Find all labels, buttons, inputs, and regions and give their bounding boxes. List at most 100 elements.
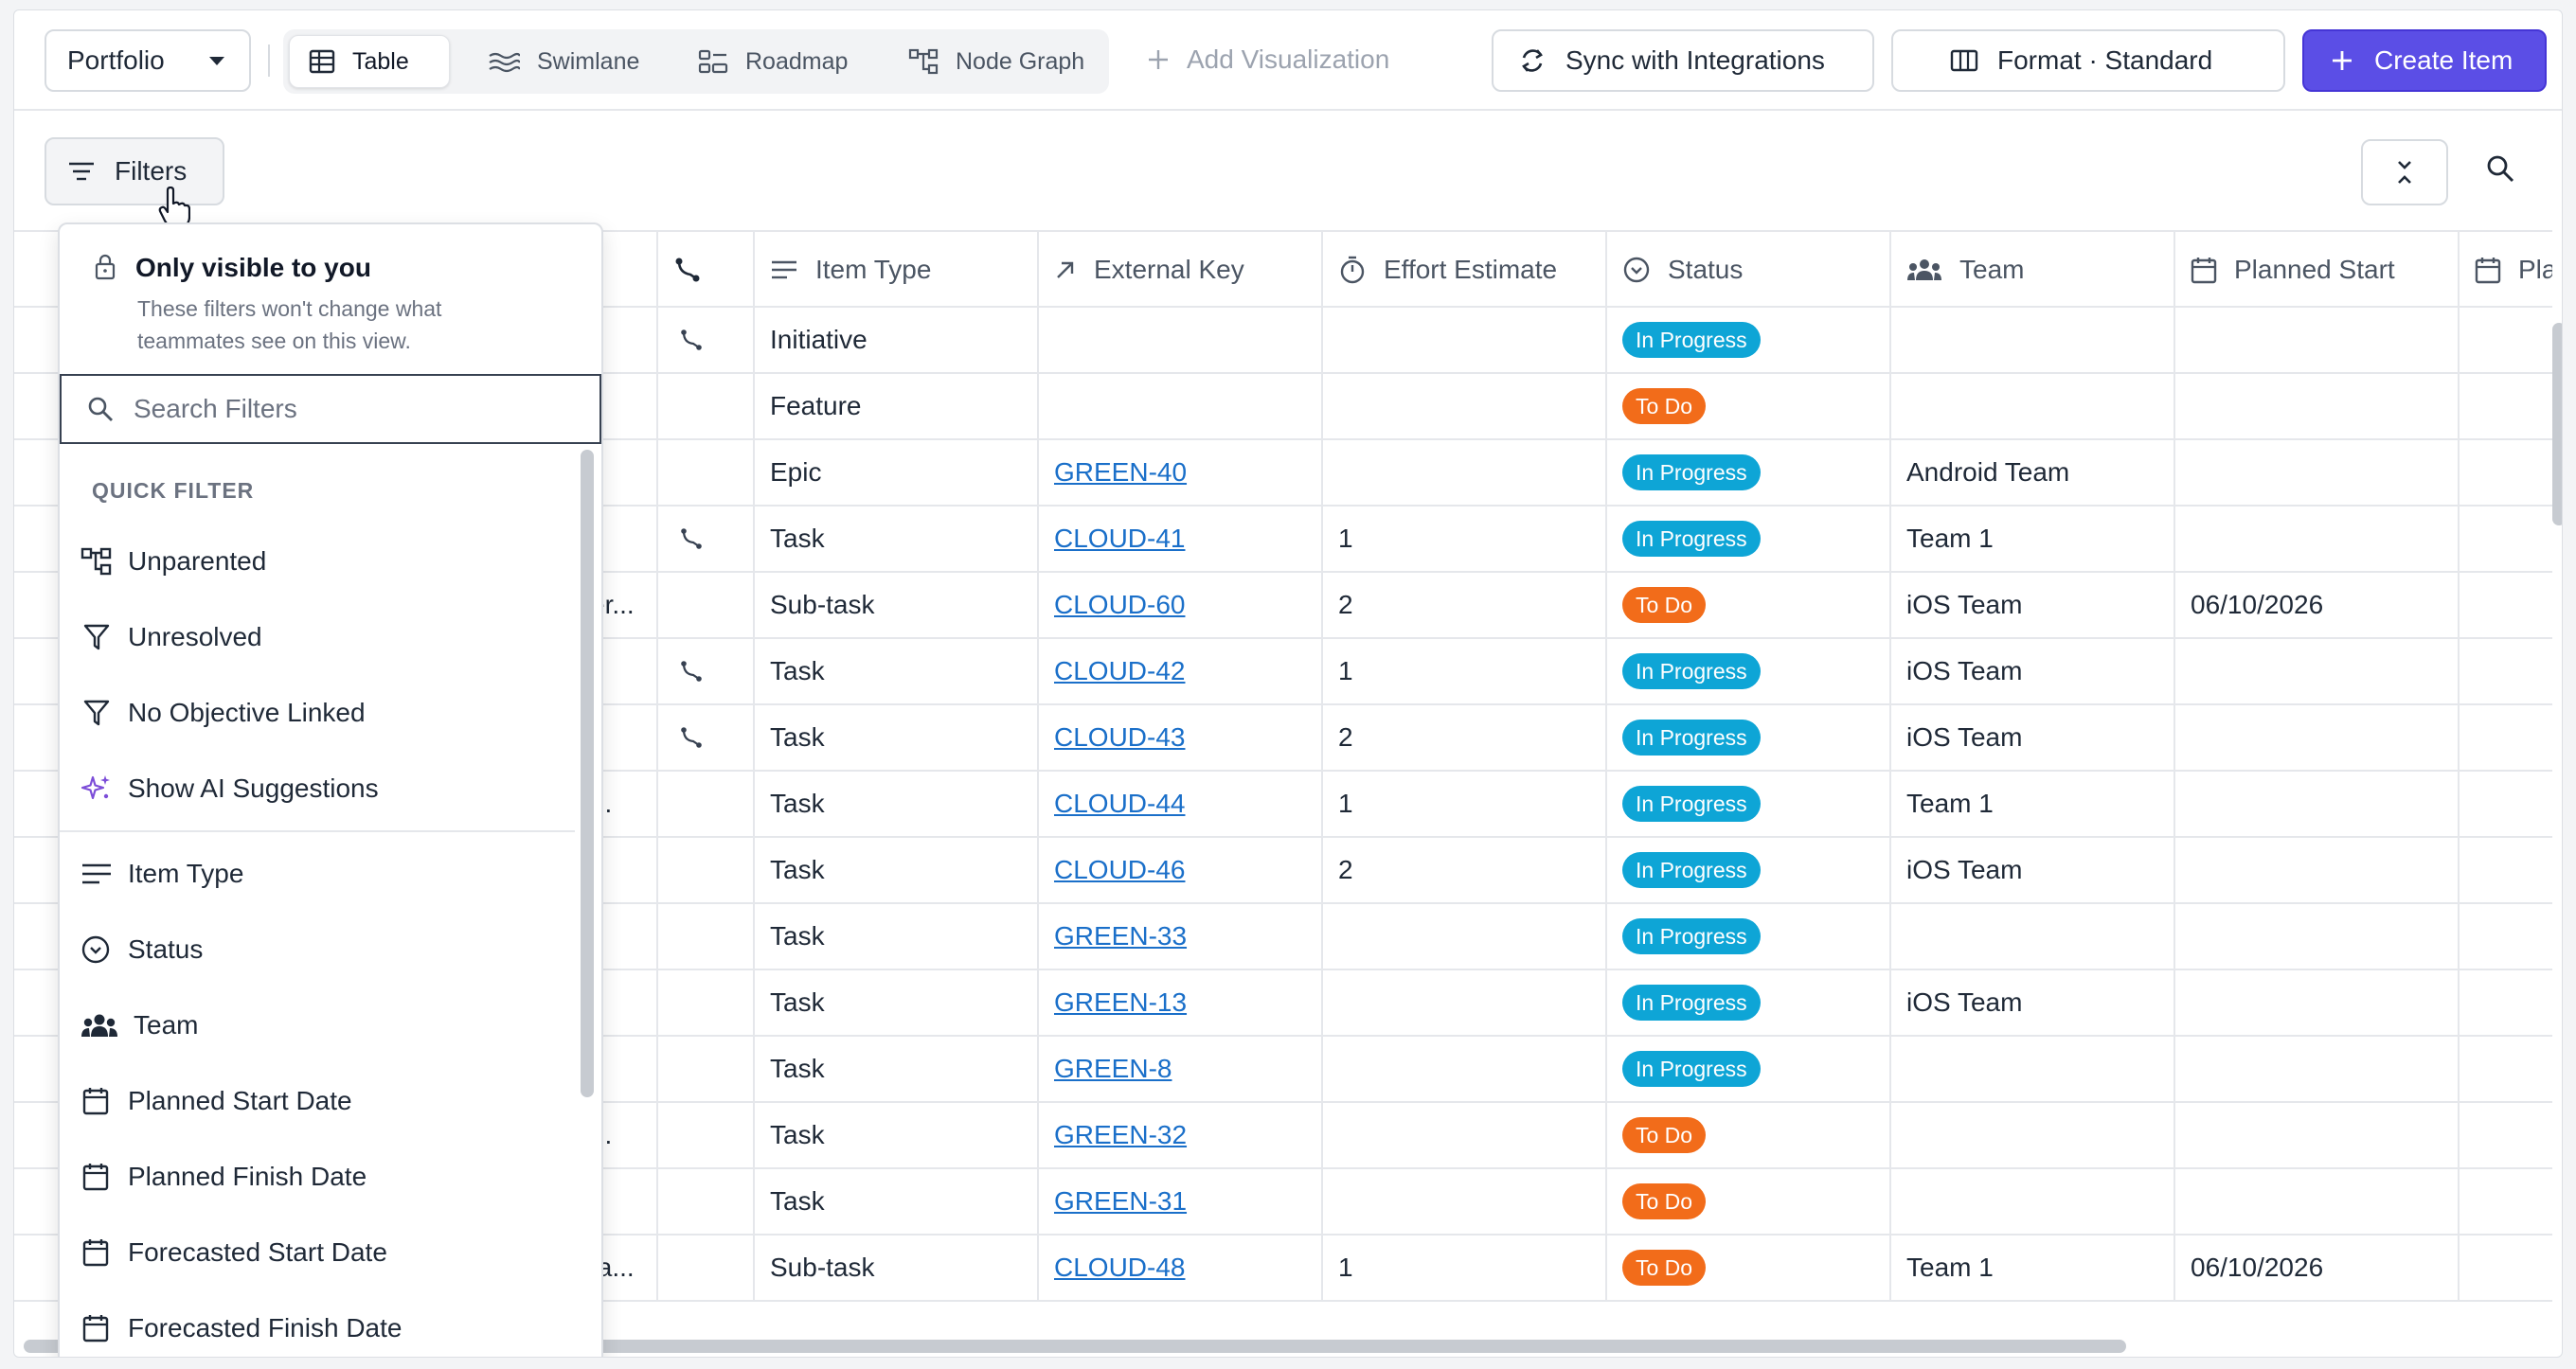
- sync-integrations-button[interactable]: Sync with Integrations: [1492, 29, 1874, 92]
- cell-external-key: CLOUD-48: [1037, 1236, 1321, 1300]
- filter-field-forecasted-finish[interactable]: Forecasted Finish Date: [80, 1298, 573, 1357]
- panel-scrollbar[interactable]: [581, 450, 594, 1097]
- cell-external-key: CLOUD-42: [1037, 639, 1321, 703]
- status-badge[interactable]: In Progress: [1622, 918, 1761, 954]
- vertical-scrollbar[interactable]: [2552, 323, 2562, 525]
- column-header-team[interactable]: Team: [1889, 232, 2174, 308]
- column-header-link[interactable]: [656, 232, 753, 308]
- cell-status: In Progress: [1605, 772, 1889, 836]
- cell-effort-estimate: [1321, 904, 1605, 969]
- status-badge[interactable]: In Progress: [1622, 454, 1761, 490]
- cell-dependency: [656, 1236, 753, 1300]
- filter-field-team[interactable]: Team: [80, 995, 573, 1056]
- external-key-link[interactable]: CLOUD-43: [1054, 722, 1185, 753]
- tab-node-graph[interactable]: Node Graph: [889, 35, 1103, 88]
- external-key-link[interactable]: CLOUD-60: [1054, 590, 1185, 620]
- dependency-icon: [681, 727, 702, 748]
- status-icon: [81, 935, 110, 964]
- cell-team: Android Team: [1889, 440, 2174, 505]
- status-badge[interactable]: In Progress: [1622, 1051, 1761, 1087]
- portfolio-dropdown[interactable]: Portfolio: [45, 29, 251, 92]
- cell-status: To Do: [1605, 573, 1889, 637]
- status-badge[interactable]: To Do: [1622, 1183, 1707, 1219]
- status-badge[interactable]: In Progress: [1622, 322, 1761, 358]
- filter-field-planned-finish[interactable]: Planned Finish Date: [80, 1147, 573, 1207]
- timer-icon: [1340, 256, 1365, 284]
- status-badge[interactable]: In Progress: [1622, 985, 1761, 1021]
- quick-filter-unresolved[interactable]: Unresolved: [80, 607, 573, 667]
- collapse-rows-button[interactable]: [2361, 139, 2448, 205]
- status-badge[interactable]: In Progress: [1622, 521, 1761, 557]
- status-badge[interactable]: To Do: [1622, 1117, 1707, 1153]
- cell-external-key: GREEN-40: [1037, 440, 1321, 505]
- cell-planned-start: 06/10/2026: [2174, 573, 2458, 637]
- cell-dependency: [656, 904, 753, 969]
- hierarchy-icon: [80, 547, 112, 576]
- cell-item-type: Sub-task: [753, 1236, 1037, 1300]
- add-visualization-button[interactable]: Add Visualization: [1147, 44, 1389, 75]
- cell-effort-estimate: [1321, 970, 1605, 1035]
- plus-icon: [2333, 51, 2352, 70]
- filter-field-forecasted-start[interactable]: Forecasted Start Date: [80, 1222, 573, 1283]
- cell-planned-start: [2174, 374, 2458, 438]
- external-key-link[interactable]: GREEN-31: [1054, 1186, 1187, 1217]
- external-key-link[interactable]: GREEN-8: [1054, 1054, 1172, 1084]
- filter-field-label: Planned Start Date: [128, 1086, 352, 1115]
- column-header-status[interactable]: Status: [1605, 232, 1889, 308]
- node-graph-icon: [908, 48, 939, 75]
- cell-planned-start: [2174, 639, 2458, 703]
- filter-field-label: Forecasted Start Date: [128, 1237, 387, 1267]
- tab-swimlane[interactable]: Swimlane: [469, 35, 658, 88]
- cell-item-type: Task: [753, 1103, 1037, 1167]
- quick-filter-label: Unresolved: [128, 622, 262, 651]
- external-key-link[interactable]: GREEN-13: [1054, 987, 1187, 1018]
- column-header-external-key[interactable]: External Key: [1037, 232, 1321, 308]
- quick-filter-unparented[interactable]: Unparented: [80, 531, 573, 592]
- column-header-planned-finish[interactable]: Pla: [2458, 232, 2552, 308]
- status-badge[interactable]: In Progress: [1622, 653, 1761, 689]
- external-key-link[interactable]: CLOUD-48: [1054, 1253, 1185, 1283]
- cell-external-key: [1037, 308, 1321, 372]
- quick-filter-ai-suggestions[interactable]: Show AI Suggestions: [80, 758, 573, 819]
- status-badge[interactable]: In Progress: [1622, 720, 1761, 756]
- external-key-link[interactable]: CLOUD-42: [1054, 656, 1185, 686]
- external-key-link[interactable]: CLOUD-46: [1054, 855, 1185, 885]
- quick-filter-no-objective[interactable]: No Objective Linked: [80, 683, 573, 743]
- cell-planned-finish: [2458, 1236, 2552, 1300]
- cell-planned-finish: [2458, 1103, 2552, 1167]
- cell-external-key: CLOUD-41: [1037, 507, 1321, 571]
- external-key-link[interactable]: GREEN-32: [1054, 1120, 1187, 1150]
- cell-planned-start: [2174, 507, 2458, 571]
- column-header-planned-start[interactable]: Planned Start: [2174, 232, 2458, 308]
- cell-team: Team 1: [1889, 507, 2174, 571]
- status-badge[interactable]: To Do: [1622, 388, 1707, 424]
- tab-roadmap[interactable]: Roadmap: [679, 35, 868, 88]
- filter-field-item-type[interactable]: Item Type: [80, 844, 573, 904]
- quick-filter-label: Unparented: [128, 546, 267, 576]
- external-key-link[interactable]: CLOUD-41: [1054, 524, 1185, 554]
- status-badge[interactable]: To Do: [1622, 1250, 1707, 1286]
- status-badge[interactable]: To Do: [1622, 587, 1707, 623]
- filter-field-planned-start[interactable]: Planned Start Date: [80, 1071, 573, 1131]
- lock-icon: [95, 254, 116, 280]
- status-badge[interactable]: In Progress: [1622, 852, 1761, 888]
- tab-table[interactable]: Table: [289, 35, 450, 88]
- search-icon[interactable]: [2484, 152, 2516, 185]
- column-header-effort-estimate[interactable]: Effort Estimate: [1321, 232, 1605, 308]
- tab-label: Table: [352, 47, 409, 75]
- column-header-item-type[interactable]: Item Type: [753, 232, 1037, 308]
- external-key-link[interactable]: GREEN-33: [1054, 921, 1187, 951]
- filter-field-status[interactable]: Status: [80, 919, 573, 980]
- filters-button[interactable]: Filters: [45, 137, 224, 205]
- status-badge[interactable]: In Progress: [1622, 786, 1761, 822]
- create-item-button[interactable]: Create Item: [2302, 29, 2547, 92]
- cell-item-type: Task: [753, 838, 1037, 902]
- external-key-link[interactable]: GREEN-40: [1054, 457, 1187, 488]
- cell-effort-estimate: 1: [1321, 507, 1605, 571]
- external-key-link[interactable]: CLOUD-44: [1054, 789, 1185, 819]
- filter-field-label: Forecasted Finish Date: [128, 1313, 402, 1342]
- format-button[interactable]: Format · Standard: [1891, 29, 2285, 92]
- search-filters-input[interactable]: Search Filters: [60, 374, 601, 444]
- column-label: Team: [1959, 255, 2025, 284]
- column-label: Planned Start: [2234, 255, 2395, 284]
